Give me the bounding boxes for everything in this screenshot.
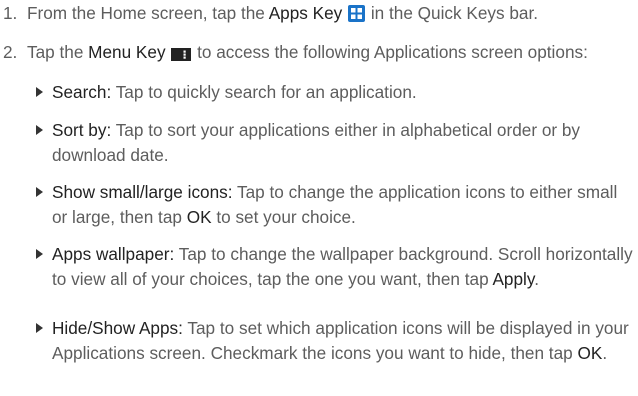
step-2: 2. Tap the Menu Key to access the followi… [3,40,588,68]
bullet-arrow-icon [36,87,43,97]
ok-keyword: OK [577,343,603,363]
step-1: 1. From the Home screen, tap the Apps Key… [3,1,538,29]
option-term: Show small/large icons: [52,182,233,202]
menu-key-label: Menu Key [88,42,166,62]
option-term: Apps wallpaper: [52,244,175,264]
option-term: Hide/Show Apps: [52,318,183,338]
apply-keyword: Apply [492,269,535,289]
apps-key-icon [348,4,366,29]
option-desc-end: . [602,343,608,363]
bullet-arrow-icon [36,125,43,135]
option-term: Sort by: [52,120,112,140]
option-hide-show-apps: Hide/Show Apps: Tap to set which applica… [36,316,636,366]
option-desc: Tap to quickly search for an application… [115,82,417,102]
step-text: From the Home screen, tap the [27,3,269,23]
step-text-end: in the Quick Keys bar. [366,3,539,23]
ok-keyword: OK [186,207,212,227]
option-text: Sort by: Tap to sort your applications e… [52,118,636,168]
option-desc-end: to set your choice. [211,207,356,227]
bullet-arrow-icon [36,323,43,333]
option-desc: Tap to sort your applications either in … [52,120,581,165]
step-text-end: to access the following Applications scr… [192,42,588,62]
step-number: 2. [3,42,18,62]
bullet-arrow-icon [36,249,43,259]
option-apps-wallpaper: Apps wallpaper: Tap to change the wallpa… [36,242,636,292]
option-show-icons: Show small/large icons: Tap to change th… [36,180,636,230]
option-sort-by: Sort by: Tap to sort your applications e… [36,118,636,168]
option-desc-end: . [534,269,539,289]
apps-key-label: Apps Key [268,3,343,23]
option-text: Hide/Show Apps: Tap to set which applica… [52,316,636,366]
step-text: Tap the [27,42,89,62]
bullet-arrow-icon [36,187,43,197]
option-text: Search: Tap to quickly search for an app… [52,80,636,105]
option-text: Show small/large icons: Tap to change th… [52,180,636,230]
option-term: Search: [52,82,112,102]
menu-key-icon [171,43,192,68]
option-text: Apps wallpaper: Tap to change the wallpa… [52,242,636,292]
step-number: 1. [3,3,18,23]
option-search: Search: Tap to quickly search for an app… [36,80,636,105]
